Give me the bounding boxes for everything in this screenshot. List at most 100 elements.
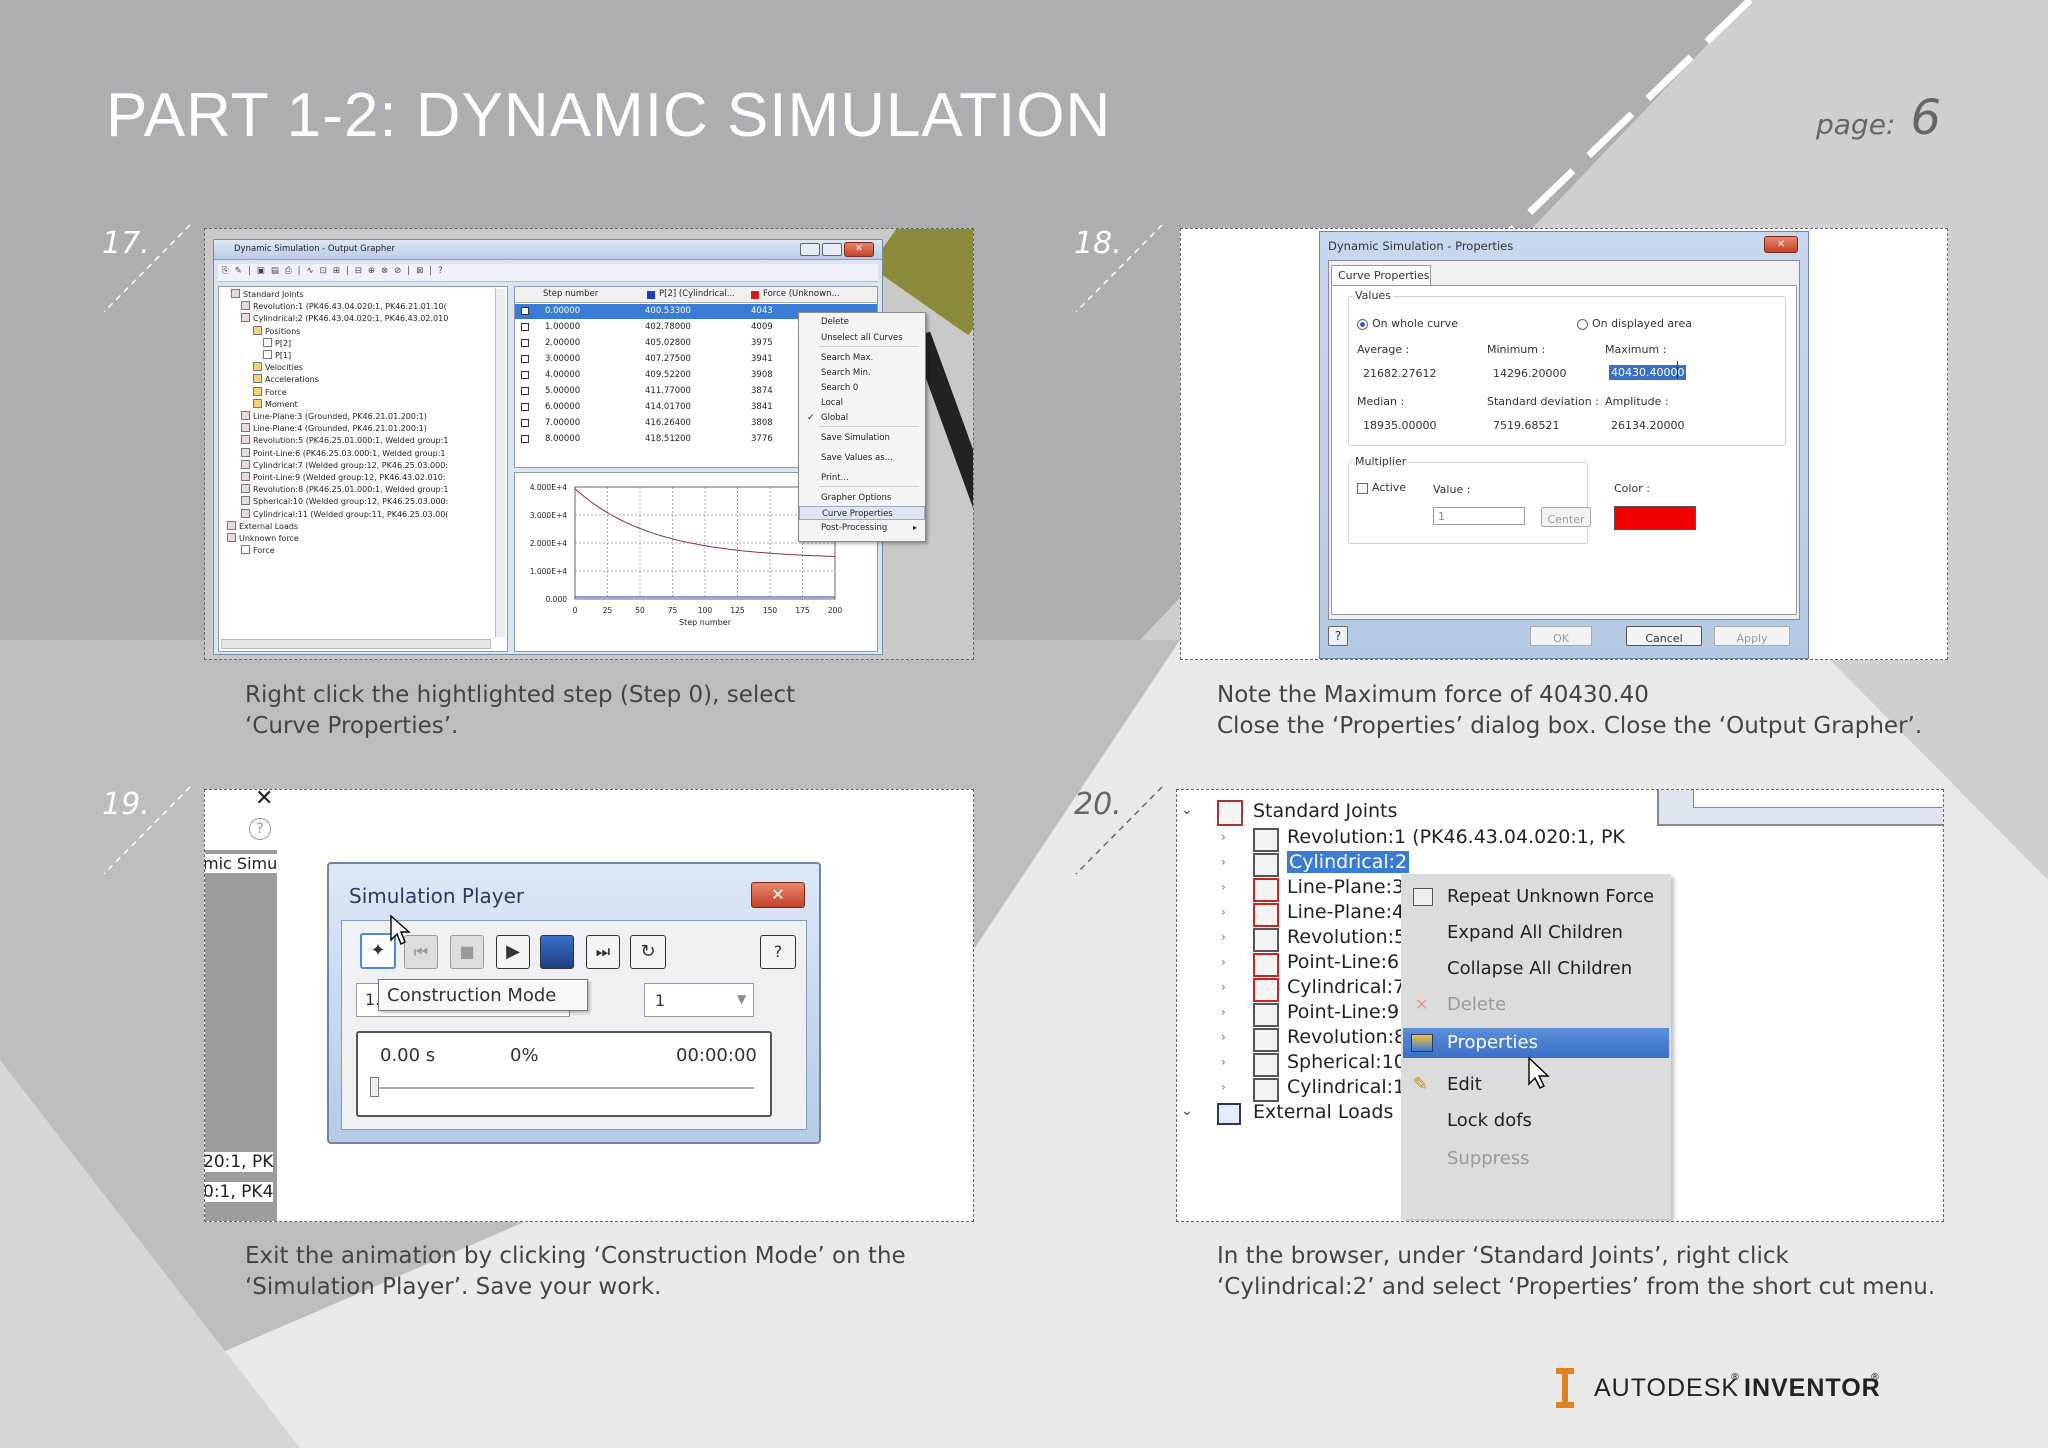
- row-checkbox[interactable]: [521, 323, 529, 331]
- tree-item[interactable]: Revolution:5 (PK46.25.01.000:1, Welded g…: [241, 435, 448, 447]
- tree-item[interactable]: Revolution:1 (PK46.43.04.020:1, PK46.21.…: [241, 301, 447, 313]
- tree-item[interactable]: Cylindrical:2 (PK46.43.04.020:1, PK46.43…: [241, 313, 448, 325]
- tree-item[interactable]: Accelerations: [253, 374, 319, 386]
- context-menu-item[interactable]: Search 0: [799, 381, 925, 395]
- value-input[interactable]: 1: [1433, 507, 1525, 525]
- tree-item[interactable]: Velocities: [253, 362, 303, 374]
- row-checkbox[interactable]: [521, 355, 529, 363]
- speed-dropdown[interactable]: 1 ▼: [644, 983, 754, 1017]
- tree-item[interactable]: Moment: [253, 398, 298, 411]
- tree-item[interactable]: Cylindrical:7 (Welded group:12, PK46.25.…: [241, 459, 448, 472]
- tree-item[interactable]: External Loads: [227, 520, 298, 533]
- browser-item-label[interactable]: Cylindrical:11: [1287, 1076, 1417, 1098]
- progress-slider[interactable]: [370, 1077, 379, 1097]
- context-menu-item[interactable]: Print...: [799, 471, 925, 485]
- expand-arrow-icon[interactable]: ›: [1221, 880, 1226, 894]
- properties-close-button[interactable]: ✕: [1764, 236, 1798, 253]
- row-checkbox[interactable]: [521, 435, 529, 443]
- end-button[interactable]: ⏭: [586, 935, 620, 969]
- tree-item[interactable]: Unknown force: [227, 533, 299, 545]
- tab-curve-properties[interactable]: Curve Properties: [1331, 265, 1431, 285]
- tree-item[interactable]: Positions: [253, 325, 300, 338]
- maximum-value[interactable]: 40430.40000: [1609, 365, 1687, 380]
- browser-item-label[interactable]: Point-Line:6: [1287, 951, 1399, 973]
- browser-item-label[interactable]: Revolution:8: [1287, 1026, 1406, 1048]
- expand-arrow-icon[interactable]: ›: [1221, 1080, 1226, 1094]
- play-button[interactable]: ▶: [496, 935, 530, 969]
- help-icon[interactable]: ?: [1328, 626, 1348, 646]
- context-menu-item[interactable]: Unselect all Curves: [799, 331, 925, 345]
- expand-arrow-icon[interactable]: ›: [1221, 955, 1226, 969]
- context-menu-item[interactable]: Grapher Options: [799, 491, 925, 505]
- stop-button[interactable]: ■: [450, 935, 484, 969]
- active-checkbox[interactable]: [1357, 483, 1368, 494]
- browser-item-label[interactable]: Revolution:1 (PK46.43.04.020:1, PK: [1287, 826, 1625, 848]
- tree-item[interactable]: P[2]: [263, 337, 291, 350]
- context-menu-item[interactable]: Save Simulation: [799, 431, 925, 445]
- browser-item-label[interactable]: Line-Plane:3: [1287, 876, 1404, 898]
- row-checkbox[interactable]: [521, 307, 529, 315]
- browser-item-label[interactable]: Cylindrical:7: [1287, 976, 1405, 998]
- context-menu-item[interactable]: Expand All Children: [1403, 918, 1669, 948]
- browser-item-label[interactable]: Point-Line:9: [1287, 1001, 1399, 1023]
- context-menu-item[interactable]: Save Values as...: [799, 451, 925, 465]
- tree-item[interactable]: Spherical:10 (Welded group:12, PK46.25.0…: [241, 496, 448, 508]
- expand-arrow-icon[interactable]: ›: [1221, 855, 1226, 869]
- row-checkbox[interactable]: [521, 419, 529, 427]
- row-checkbox[interactable]: [521, 371, 529, 379]
- browser-item-label[interactable]: Spherical:10: [1287, 1051, 1406, 1073]
- browser-item-label[interactable]: Line-Plane:4: [1287, 901, 1404, 923]
- tree-item[interactable]: Cylindrical:11 (Welded group:11, PK46.25…: [241, 508, 448, 521]
- browser-item-label[interactable]: Cylindrical:2: [1287, 851, 1410, 873]
- tree-item[interactable]: Force: [253, 386, 287, 399]
- expand-arrow-icon[interactable]: ›: [1221, 1055, 1226, 1069]
- row-checkbox[interactable]: [521, 387, 529, 395]
- collapse-chevron-icon[interactable]: ⌄: [1181, 1103, 1193, 1119]
- context-menu-item[interactable]: Repeat Unknown Force: [1403, 882, 1669, 912]
- expand-arrow-icon[interactable]: ›: [1221, 1005, 1226, 1019]
- tree-item[interactable]: Point-Line:6 (PK46.25.03.000:1, Welded g…: [241, 447, 445, 460]
- apply-button[interactable]: Apply: [1714, 626, 1790, 646]
- radio-displayed-area[interactable]: [1577, 319, 1588, 330]
- tree-vscroll[interactable]: [495, 289, 505, 637]
- context-menu-item[interactable]: Lock dofs: [1403, 1106, 1669, 1136]
- tree-item[interactable]: Line-Plane:4 (Grounded, PK46.21.01.200:1…: [241, 423, 427, 435]
- context-menu-item[interactable]: Global ✓: [799, 411, 925, 425]
- context-menu-item[interactable]: Post-Processing ▸: [799, 521, 925, 535]
- color-swatch[interactable]: [1614, 506, 1696, 530]
- expand-arrow-icon[interactable]: ›: [1221, 930, 1226, 944]
- player-close-button[interactable]: ✕: [751, 882, 805, 908]
- player-help-button[interactable]: ?: [760, 935, 796, 969]
- radio-whole-curve[interactable]: [1357, 319, 1368, 330]
- loop-button[interactable]: ↻: [630, 935, 666, 969]
- context-menu-item[interactable]: Local: [799, 396, 925, 410]
- close-x-icon[interactable]: ✕: [255, 790, 273, 811]
- expand-arrow-icon[interactable]: ›: [1221, 1030, 1226, 1044]
- tree-item[interactable]: P[1]: [263, 350, 291, 362]
- context-menu-item[interactable]: Search Min.: [799, 366, 925, 380]
- tree-item[interactable]: Line-Plane:3 (Grounded, PK46.21.01.200:1…: [241, 411, 427, 423]
- row-checkbox[interactable]: [521, 339, 529, 347]
- maximize-button[interactable]: [822, 243, 842, 256]
- center-button[interactable]: Center: [1541, 507, 1591, 527]
- collapse-chevron-icon[interactable]: ⌄: [1181, 802, 1193, 818]
- minimize-button[interactable]: [800, 243, 820, 256]
- tree-item[interactable]: Force: [241, 545, 275, 557]
- toolbar-icons[interactable]: ⎘✎|▣▤⎙|∿⊡⊞|⊟⊕⊗⊘|⊠|?: [222, 265, 449, 278]
- tree-item[interactable]: Point-Line:9 (Welded group:12, PK46.43.0…: [241, 472, 445, 484]
- row-checkbox[interactable]: [521, 403, 529, 411]
- context-menu-item[interactable]: Curve Properties: [799, 506, 925, 520]
- tree-item[interactable]: Standard Joints: [231, 289, 304, 301]
- image-record-button[interactable]: [540, 935, 574, 969]
- context-menu-item[interactable]: Search Max.: [799, 351, 925, 365]
- ok-button[interactable]: OK: [1530, 626, 1592, 646]
- tree-item[interactable]: Revolution:8 (PK46.25.01.000:1, Welded g…: [241, 484, 448, 496]
- cancel-button[interactable]: Cancel: [1626, 626, 1702, 646]
- question-icon[interactable]: ?: [249, 818, 271, 840]
- expand-arrow-icon[interactable]: ›: [1221, 980, 1226, 994]
- context-menu-item[interactable]: Collapse All Children: [1403, 954, 1669, 984]
- expand-arrow-icon[interactable]: ›: [1221, 830, 1226, 844]
- tree-hscroll[interactable]: [221, 639, 491, 649]
- browser-item-label[interactable]: Revolution:5: [1287, 926, 1406, 948]
- context-menu-item[interactable]: Delete: [799, 315, 925, 329]
